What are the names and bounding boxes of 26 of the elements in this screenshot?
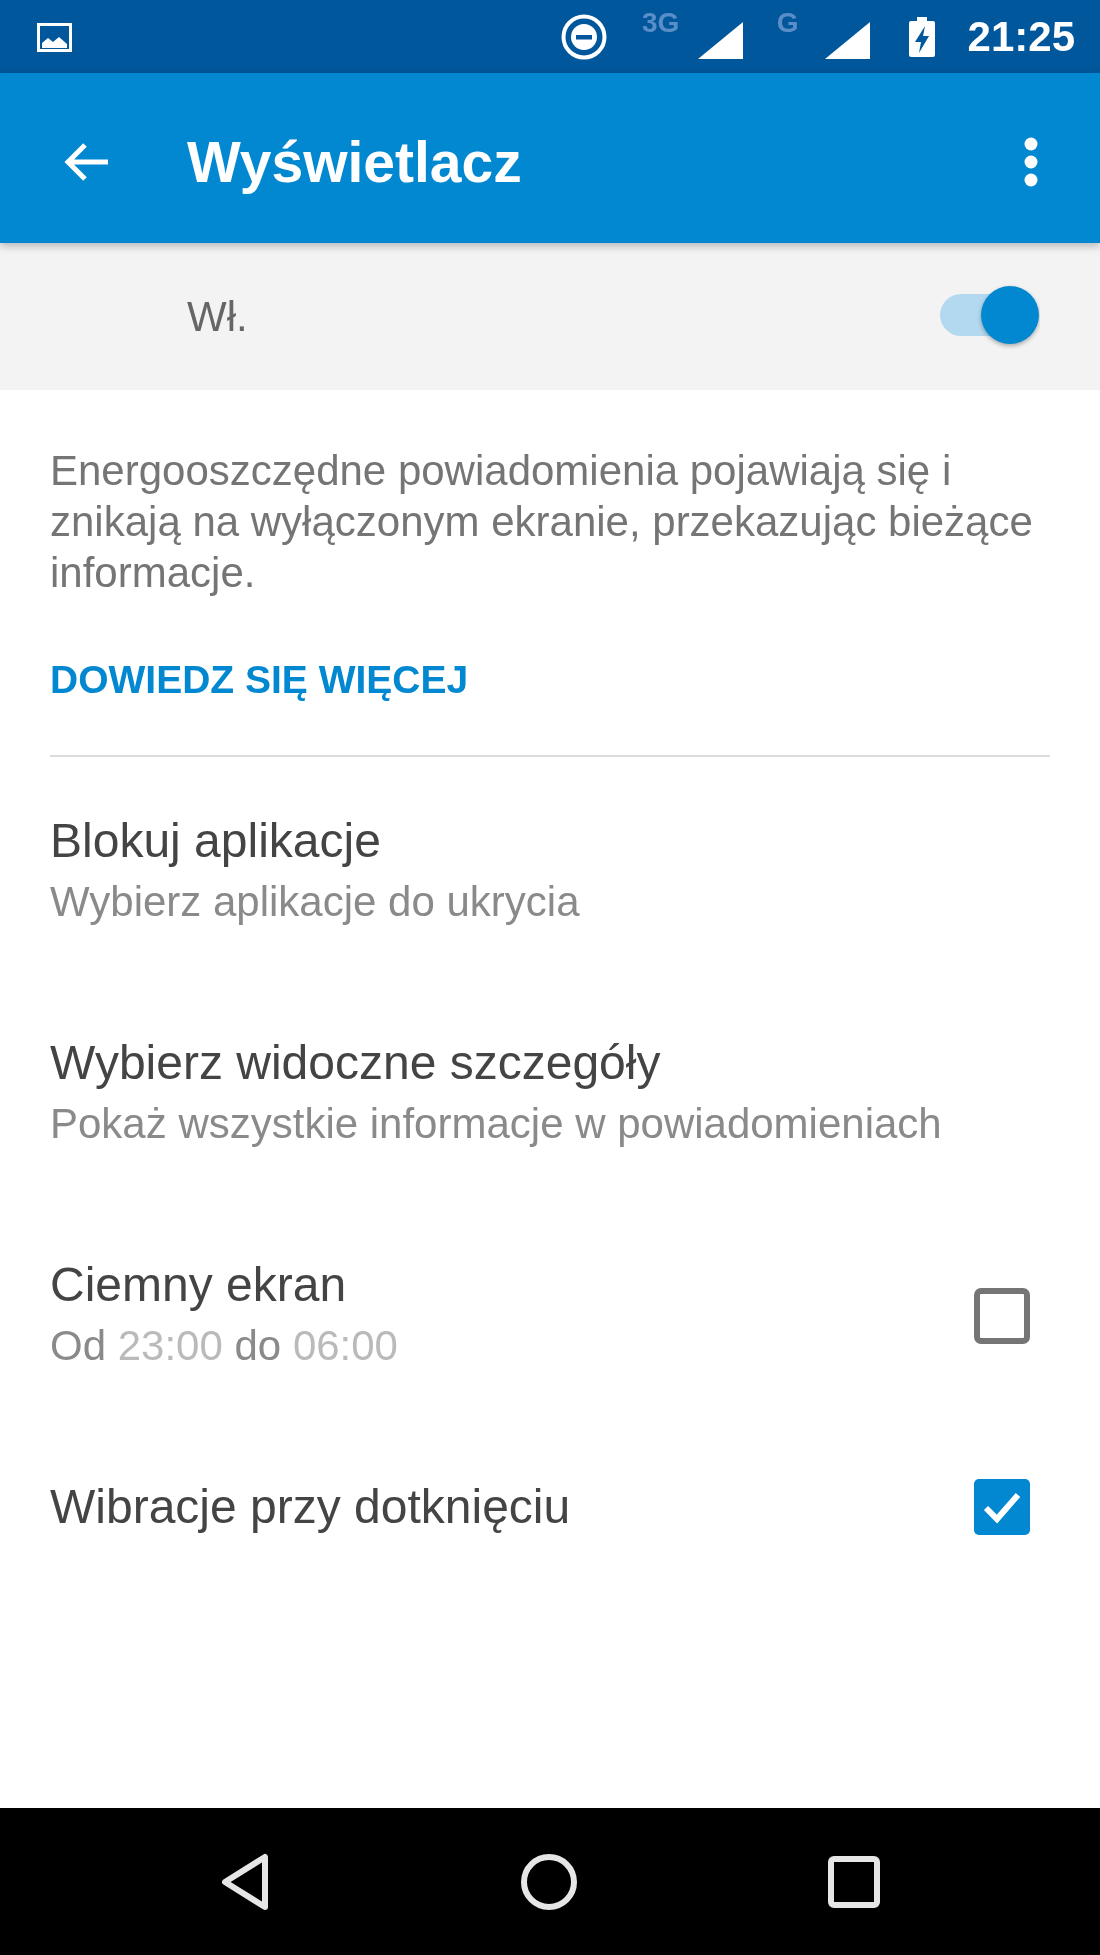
checkbox[interactable]: [974, 1288, 1030, 1344]
setting-summary: Pokaż wszystkie informacje w powiadomieniach: [50, 1099, 942, 1149]
description-text: Energooszczędne powiadomienia pojawiają się i znikają na wyłączonym ekranie, przekazując bieżące informacje.: [49, 446, 1034, 598]
network-type-label: 3G: [640, 9, 681, 37]
setting-title[interactable]: Blokuj aplikacje: [50, 811, 381, 871]
switch-label: Wł.: [187, 291, 248, 342]
back-arrow-icon[interactable]: [62, 142, 110, 182]
setting-summary: Wybierz aplikacje do ukrycia: [50, 877, 580, 927]
learn-more-link[interactable]: DOWIEDZ SIĘ WIĘCEJ: [50, 654, 469, 705]
setting-title[interactable]: Wybierz widoczne szczegóły: [50, 1033, 661, 1093]
setting-title[interactable]: Wibracje przy dotknięciu: [50, 1477, 571, 1537]
setting-summary: Od 23:00 do 06:00: [50, 1321, 398, 1371]
clock-time: 21:25: [967, 12, 1075, 61]
battery-charging-icon: [906, 16, 937, 57]
nav-recents-icon[interactable]: [828, 1855, 880, 1908]
checkbox[interactable]: [974, 1479, 1030, 1535]
nav-back-icon[interactable]: [220, 1852, 270, 1911]
signal-icon: [697, 22, 743, 59]
signal-icon: [824, 22, 870, 59]
setting-title[interactable]: Ciemny ekran: [50, 1255, 347, 1315]
more-options-icon[interactable]: [1023, 137, 1039, 187]
minus-circle-icon: [560, 13, 607, 60]
network-type-label: G: [775, 9, 800, 37]
image-icon: [37, 23, 72, 52]
nav-home-icon[interactable]: [520, 1852, 578, 1911]
screen-title: Wyświetlacz: [187, 129, 522, 196]
